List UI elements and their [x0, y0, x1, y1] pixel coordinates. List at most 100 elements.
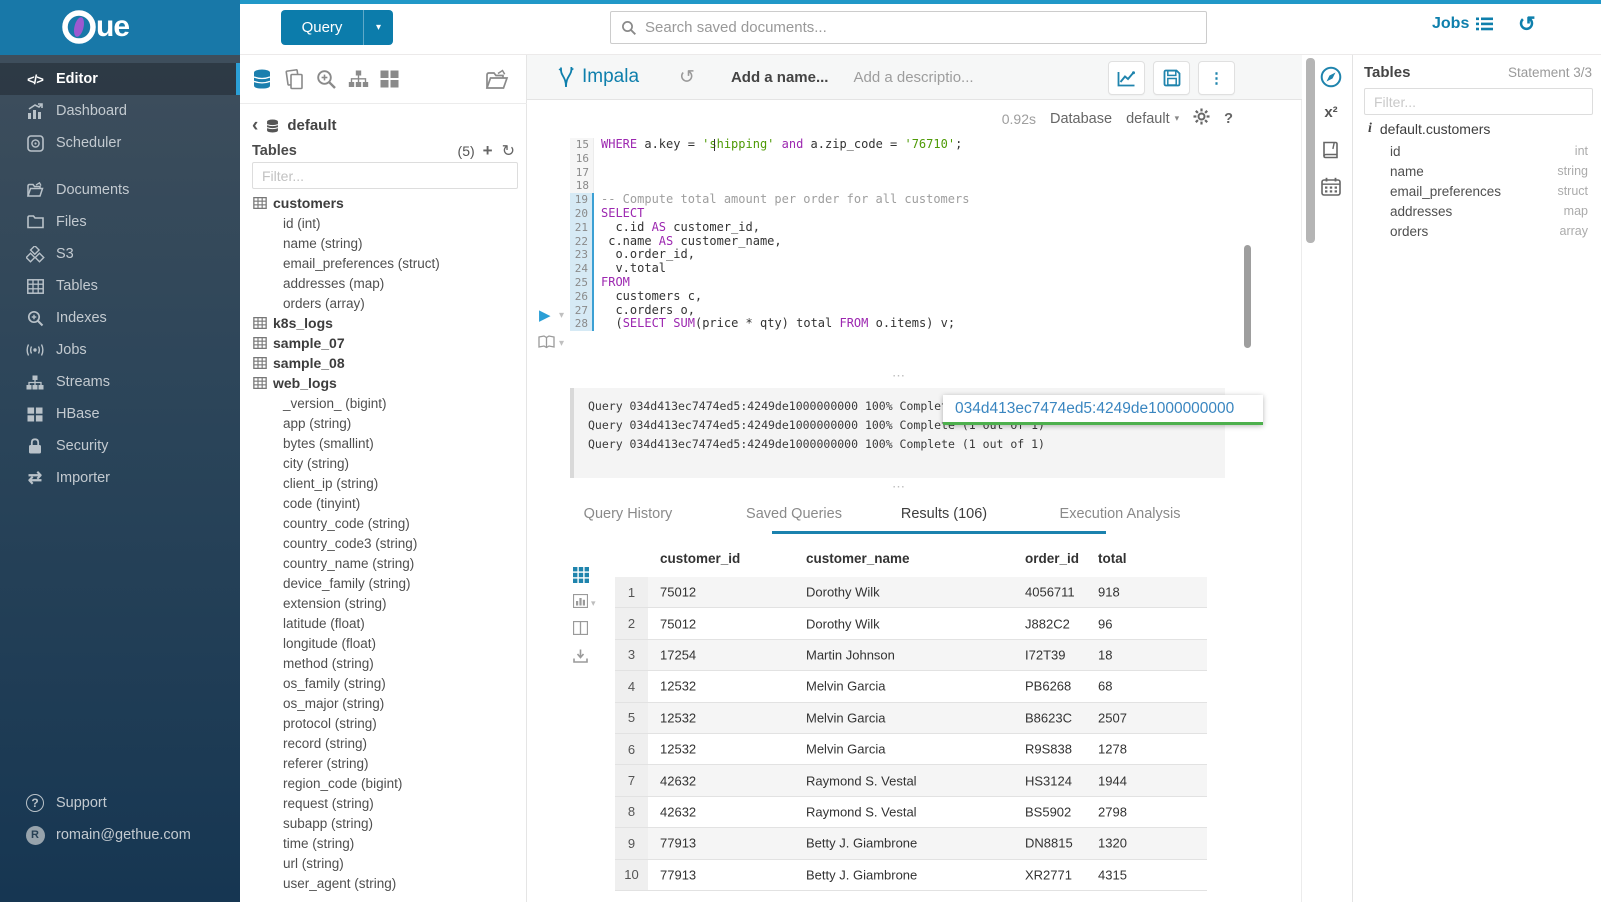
db-breadcrumb[interactable]: ‹ default	[252, 117, 337, 134]
chart-options-caret[interactable]: ▾	[591, 598, 596, 609]
db-list-item[interactable]: app (string)	[240, 413, 527, 433]
db-list-item[interactable]: email_preferences (struct)	[240, 253, 527, 273]
search-input[interactable]	[645, 19, 1165, 36]
sidebar-item-indexes[interactable]: Indexes	[0, 302, 240, 334]
calendar-icon[interactable]	[1318, 177, 1344, 201]
functions-icon[interactable]: x²	[1318, 104, 1344, 121]
sidebar-item-user[interactable]: R romain@gethue.com	[0, 819, 240, 851]
db-list-item[interactable]: record (string)	[240, 733, 527, 753]
db-list-item[interactable]: latitude (float)	[240, 613, 527, 633]
page-scrollbar[interactable]	[1306, 58, 1315, 243]
column-header[interactable]: total	[1098, 551, 1127, 566]
save-button[interactable]	[1153, 61, 1190, 95]
sql-code-editor[interactable]: 15 WHERE a.key = 'shipping' and a.zip_co…	[570, 138, 1218, 331]
query-description-field[interactable]: Add a descriptio...	[853, 69, 973, 86]
db-list-item[interactable]: client_ip (string)	[240, 473, 527, 493]
documents-view-icon[interactable]	[284, 69, 305, 90]
column-entry[interactable]: name string	[1390, 161, 1588, 181]
sidebar-item-hbase[interactable]: HBase	[0, 398, 240, 430]
tab-results[interactable]: Results (106)	[901, 506, 987, 522]
db-list-item[interactable]: customers	[240, 193, 527, 213]
db-list-item[interactable]: region_code (bigint)	[240, 773, 527, 793]
engine-selector[interactable]: Impala	[558, 66, 639, 88]
chart-view-icon[interactable]	[573, 594, 588, 608]
db-list-item[interactable]: country_code (string)	[240, 513, 527, 533]
query-id-link[interactable]: 034d413ec7474ed5:4249de1000000000	[943, 395, 1263, 425]
column-entry[interactable]: addresses map	[1390, 201, 1588, 221]
column-entry[interactable]: orders array	[1390, 221, 1588, 241]
info-icon[interactable]: i	[1368, 121, 1372, 137]
db-filter-input[interactable]	[252, 162, 518, 189]
execute-play-button[interactable]: ▶	[539, 306, 551, 324]
db-list-item[interactable]: url (string)	[240, 853, 527, 873]
sidebar-item-importer[interactable]: ⇄ Importer	[0, 462, 240, 494]
open-folder-icon[interactable]	[485, 69, 509, 90]
resize-grip[interactable]: ⋯	[892, 479, 907, 495]
editor-history-icon[interactable]: ↺	[679, 66, 695, 89]
sidebar-item-streams[interactable]: Streams	[0, 366, 240, 398]
presentation-options-caret[interactable]: ▾	[559, 338, 564, 349]
query-name-field[interactable]: Add a name...	[731, 69, 829, 86]
active-table-entry[interactable]: i default.customers	[1368, 121, 1490, 137]
sidebar-collapse-icon[interactable]: «	[198, 895, 212, 902]
db-list-item[interactable]: sample_08	[240, 353, 527, 373]
db-list-item[interactable]: id (int)	[240, 213, 527, 233]
db-list-item[interactable]: device_family (string)	[240, 573, 527, 593]
query-dropdown-caret[interactable]: ▾	[363, 10, 393, 45]
sidebar-item-dashboard[interactable]: Dashboard	[0, 95, 240, 127]
db-list-item[interactable]: longitude (float)	[240, 633, 527, 653]
db-list-item[interactable]: referer (string)	[240, 753, 527, 773]
database-view-icon[interactable]	[251, 68, 273, 90]
db-list-item[interactable]: protocol (string)	[240, 713, 527, 733]
sidebar-item-documents[interactable]: Documents	[0, 174, 240, 206]
sidebar-item-tables[interactable]: Tables	[0, 270, 240, 302]
db-list-item[interactable]: bytes (smallint)	[240, 433, 527, 453]
column-header[interactable]: order_id	[1025, 551, 1079, 566]
db-list-item[interactable]: subapp (string)	[240, 813, 527, 833]
database-dropdown[interactable]: default ▾	[1126, 111, 1179, 127]
right-panel-filter-input[interactable]	[1364, 88, 1593, 115]
resize-grip[interactable]: ⋯	[892, 368, 907, 384]
language-reference-icon[interactable]	[1318, 141, 1344, 164]
grid-view-icon[interactable]	[573, 567, 589, 583]
sidebar-item-s3[interactable]: S3	[0, 238, 240, 270]
chart-button[interactable]	[1108, 61, 1145, 95]
column-header[interactable]: customer_id	[660, 551, 740, 566]
column-entry[interactable]: email_preferences struct	[1390, 181, 1588, 201]
editor-scrollbar[interactable]	[1244, 245, 1251, 348]
settings-gear-icon[interactable]	[1193, 108, 1210, 129]
db-list-item[interactable]: web_logs	[240, 373, 527, 393]
add-table-icon[interactable]: +	[483, 141, 493, 161]
db-list-item[interactable]: k8s_logs	[240, 313, 527, 333]
sidebar-item-support[interactable]: ? Support	[0, 787, 240, 819]
apps-grid-icon[interactable]	[380, 70, 399, 88]
refresh-icon[interactable]: ↻	[502, 141, 515, 161]
zoom-in-icon[interactable]	[316, 69, 337, 90]
sidebar-item-jobs[interactable]: Jobs	[0, 334, 240, 366]
back-chevron-icon[interactable]: ‹	[252, 119, 258, 133]
db-list-item[interactable]: city (string)	[240, 453, 527, 473]
hue-logo[interactable]: ue	[0, 0, 240, 55]
sidebar-item-security[interactable]: Security	[0, 430, 240, 462]
more-actions-button[interactable]: ⋮	[1198, 61, 1235, 95]
execute-options-caret[interactable]: ▾	[559, 310, 564, 321]
tab-saved-queries[interactable]: Saved Queries	[746, 506, 842, 522]
help-icon[interactable]: ?	[1224, 111, 1233, 127]
sidebar-item-files[interactable]: Files	[0, 206, 240, 238]
tab-execution-analysis[interactable]: Execution Analysis	[1060, 506, 1181, 522]
jobs-link[interactable]: Jobs	[1432, 15, 1493, 33]
new-query-button[interactable]: Query ▾	[281, 10, 393, 45]
sidebar-item-scheduler[interactable]: Scheduler	[0, 127, 240, 159]
db-list-item[interactable]: user_agent (string)	[240, 873, 527, 893]
column-header[interactable]: customer_name	[806, 551, 910, 566]
db-list-item[interactable]: addresses (map)	[240, 273, 527, 293]
tab-query-history[interactable]: Query History	[584, 506, 673, 522]
db-list-item[interactable]: code (tinyint)	[240, 493, 527, 513]
presentation-mode-icon[interactable]	[538, 335, 555, 349]
db-list-item[interactable]: os_major (string)	[240, 693, 527, 713]
db-list-item[interactable]: name (string)	[240, 233, 527, 253]
query-history-icon[interactable]: ↺	[1518, 12, 1536, 37]
column-entry[interactable]: id int	[1390, 141, 1588, 161]
db-list-item[interactable]: orders (array)	[240, 293, 527, 313]
db-list-item[interactable]: _version_ (bigint)	[240, 393, 527, 413]
